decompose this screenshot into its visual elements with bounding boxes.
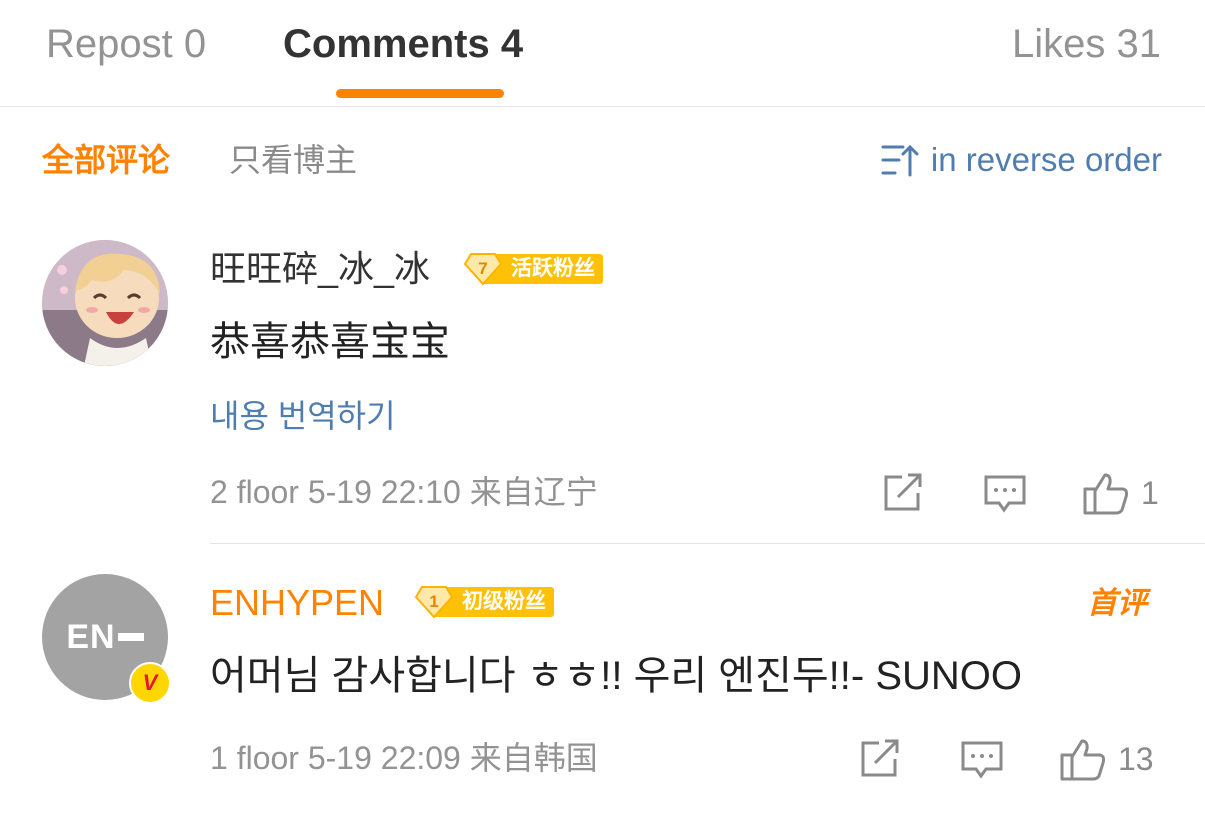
comment-location: 来自辽宁 <box>469 474 598 510</box>
sort-icon <box>881 144 919 177</box>
comment-username[interactable]: ENHYPEN <box>210 580 384 626</box>
fan-badge: 7 活跃粉丝 <box>463 252 603 286</box>
comment-username[interactable]: 旺旺碎_冰_冰 <box>210 246 430 292</box>
comment-icon <box>961 741 1003 779</box>
badge-level: 1 <box>429 592 438 611</box>
like-button[interactable]: 1 <box>1083 471 1159 515</box>
like-button[interactable]: 13 <box>1060 737 1154 781</box>
tab-comments-count: 4 <box>500 22 524 66</box>
tabs-divider <box>0 106 1205 107</box>
tab-comments-label: Comments <box>283 22 490 66</box>
reply-button[interactable] <box>960 740 1004 780</box>
share-icon <box>861 739 899 777</box>
comment-icon <box>984 475 1026 513</box>
sort-order-button[interactable]: in reverse order <box>881 138 1162 182</box>
comment-location: 来自韩国 <box>469 740 598 776</box>
tab-likes-label: Likes <box>1011 22 1106 66</box>
tab-likes[interactable]: Likes 31 <box>1012 18 1161 70</box>
comment-text: 어머님 감사합니다 ㅎㅎ!! 우리 엔진두!!- SUNOO <box>210 654 1023 698</box>
anime-avatar-icon <box>42 240 168 366</box>
verified-v: V <box>142 670 158 695</box>
tab-likes-count: 31 <box>1116 22 1162 66</box>
avatar-logo-bar <box>117 633 144 641</box>
tab-repost[interactable]: Repost 0 <box>46 18 206 70</box>
thumbs-up-icon <box>1060 739 1106 781</box>
comment-text: 恭喜恭喜宝宝 <box>210 320 450 364</box>
verified-badge: V <box>129 662 171 704</box>
like-count: 1 <box>1141 474 1159 511</box>
tab-repost-label: Repost <box>46 22 173 66</box>
comment-time: 5-19 22:10 <box>307 474 461 510</box>
translate-link[interactable]: 내용 번역하기 <box>210 394 396 438</box>
diamond-badge-icon: 7 <box>463 253 503 286</box>
thumbs-up-icon <box>1083 473 1129 515</box>
comment-divider <box>210 543 1205 544</box>
share-button[interactable] <box>859 739 901 779</box>
filter-all-comments[interactable]: 全部评论 <box>42 138 170 182</box>
avatar[interactable] <box>42 240 168 366</box>
avatar-logo-text: EN <box>66 617 116 656</box>
diamond-badge-icon: 1 <box>414 586 454 619</box>
comment-floor: 2 floor <box>210 474 299 510</box>
comment-time: 5-19 22:09 <box>307 740 461 776</box>
active-tab-indicator <box>336 89 504 98</box>
sort-order-label: in reverse order <box>930 141 1162 178</box>
comment-meta: 1 floor 5-19 22:09 来自韩国 <box>210 736 598 780</box>
badge-level: 7 <box>478 259 487 278</box>
fan-badge: 1 初级粉丝 <box>414 585 554 619</box>
tab-repost-count: 0 <box>183 22 207 66</box>
comment-floor: 1 floor <box>210 740 299 776</box>
share-icon <box>884 473 922 511</box>
comment-meta: 2 floor 5-19 22:10 来自辽宁 <box>210 470 598 514</box>
tab-comments[interactable]: Comments 4 <box>283 18 523 70</box>
first-comment-tag: 首评 <box>1087 587 1147 620</box>
reply-button[interactable] <box>983 474 1027 514</box>
share-button[interactable] <box>882 473 924 513</box>
filter-blogger-only[interactable]: 只看博主 <box>229 138 357 182</box>
like-count: 13 <box>1118 740 1154 777</box>
